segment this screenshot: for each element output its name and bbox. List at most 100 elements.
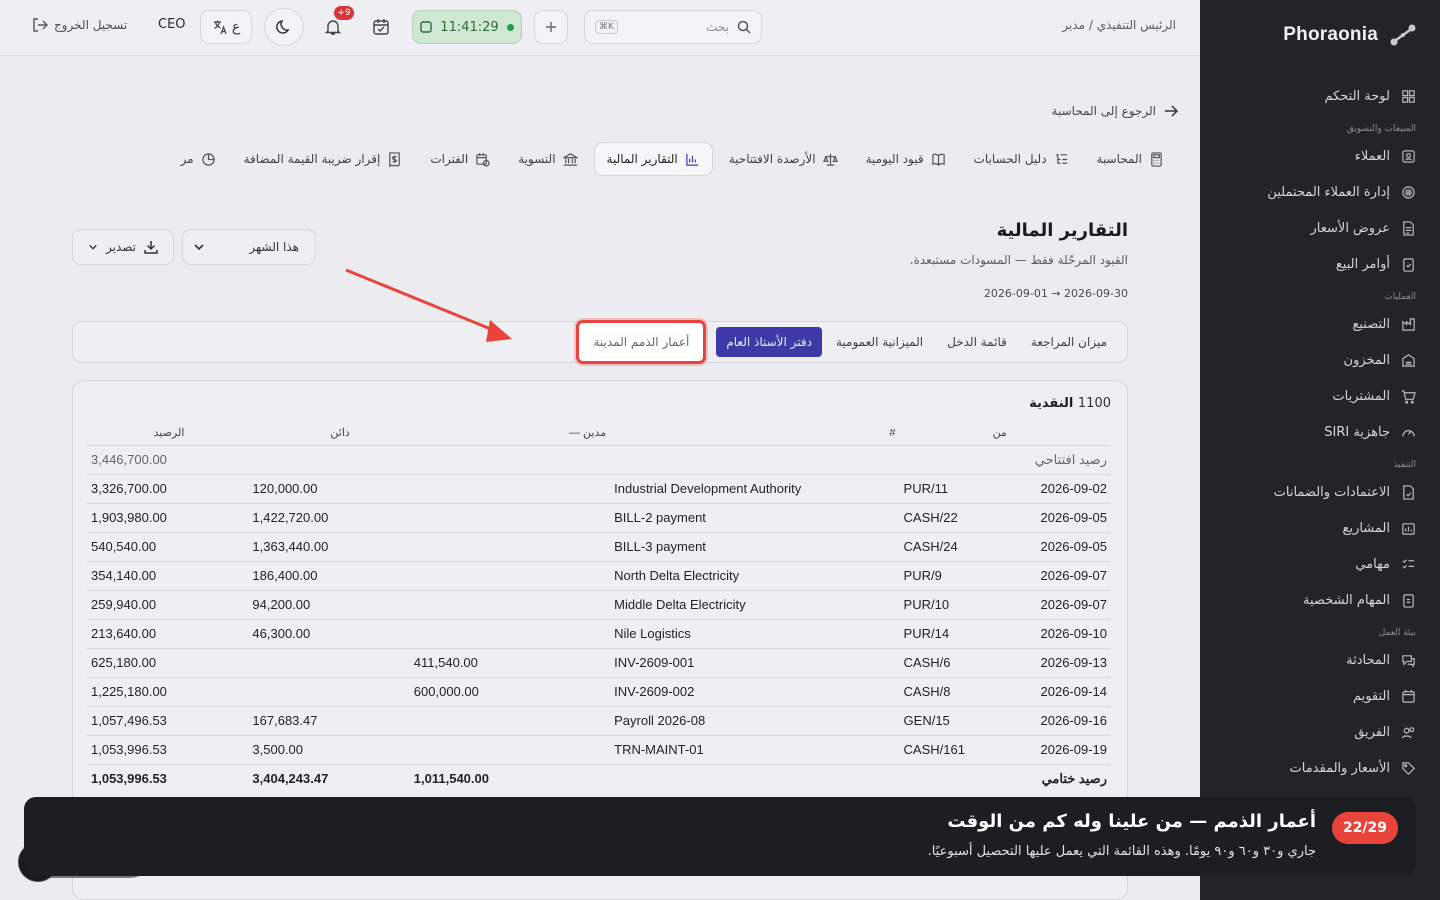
tab-calculator[interactable]: المحاسبة (1085, 142, 1176, 176)
sidebar-item[interactable]: أوامر البيع (1200, 246, 1440, 282)
cell-balance: 1,057,496.53 (87, 706, 249, 736)
sidebar-item[interactable]: إدارة العملاء المحتملين (1200, 174, 1440, 210)
search-input[interactable]: بحث K⌘ (584, 10, 762, 44)
report-tab[interactable]: قائمة الدخل (937, 327, 1017, 357)
sidebar-item[interactable]: المخزون (1200, 342, 1440, 378)
export-label: تصدير (106, 240, 137, 254)
cell-debit (409, 735, 611, 765)
sidebar-item[interactable]: الفريق (1200, 714, 1440, 750)
sidebar-item-label: الأسعار والمقدمات (1289, 760, 1391, 776)
cell-label: رصيد ختامي (1041, 770, 1107, 786)
report-tab[interactable]: ميزان المراجعة (1021, 327, 1117, 357)
gauge-icon (1400, 424, 1416, 440)
col-debit[interactable]: مدين — (409, 421, 611, 446)
export-button[interactable]: تصدير (72, 229, 174, 265)
tour-banner: 22/29 أعمار الذمم — من علينا وله كم من ا… (24, 797, 1416, 876)
back-link[interactable]: الرجوع إلى المحاسبة (1052, 104, 1178, 118)
cell-credit: 46,300.00 (248, 619, 410, 649)
user-role[interactable]: CEO (158, 17, 186, 32)
sidebar-item[interactable]: المشاريع (1200, 510, 1440, 546)
sidebar-item[interactable]: الاعتمادات والضمانات (1200, 474, 1440, 510)
cell-debit: 411,540.00 (409, 648, 611, 678)
sidebar-item[interactable]: العملاء (1200, 138, 1440, 174)
tour-arrow-icon (345, 268, 512, 342)
period-select[interactable]: هذا الشهر (182, 229, 316, 265)
tab-label: الأرصدة الافتتاحية (728, 152, 816, 166)
report-tab[interactable]: دفتر الأستاذ العام (716, 327, 822, 357)
brand-logo-icon (1388, 22, 1418, 48)
download-icon (144, 240, 158, 254)
sidebar-item[interactable]: مهامي (1200, 546, 1440, 582)
tab-book[interactable]: قيود اليومية (854, 142, 958, 176)
sidebar-item[interactable]: الأسعار والمقدمات (1200, 750, 1440, 786)
col-balance[interactable]: الرصيد (87, 421, 249, 446)
work-timer[interactable]: 11:41:29 (412, 10, 522, 44)
cell-debit (409, 503, 611, 533)
cell-balance: 1,053,996.53 (87, 735, 249, 765)
plus-icon (544, 20, 558, 34)
tour-step-badge: 22/29 (1332, 812, 1398, 844)
table-row: 2026-09-14 CASH/8 INV-2609-002 600,000.00 1,… (87, 677, 1111, 707)
col-credit[interactable]: دائن (248, 421, 410, 446)
cell-desc: BILL-2 payment (610, 503, 900, 533)
cell-balance: 540,540.00 (87, 532, 249, 562)
tab-pie-chart[interactable]: مر (169, 142, 228, 176)
sidebar: Phoraonia لوحة التحكم المبيعات والتسويق ال… (1200, 0, 1440, 900)
table-row: 2026-09-02 PUR/11 Industrial Development A… (87, 474, 1111, 504)
tab-label: مر (180, 152, 194, 166)
cell-balance: 354,140.00 (87, 561, 249, 591)
sidebar-item[interactable]: التصنيع (1200, 306, 1440, 342)
col-debit-label: مدين (583, 427, 607, 440)
tab-list-tree[interactable]: دليل الحسابات (962, 142, 1081, 176)
notifications-button[interactable]: +9 (316, 6, 354, 44)
logout-label: تسجيل الخروج (54, 18, 128, 32)
calendar-check-icon (372, 18, 390, 36)
report-tab[interactable]: أعمار الذمم المدينة (576, 320, 707, 364)
sidebar-item[interactable]: المشتريات (1200, 378, 1440, 414)
sidebar-nav: لوحة التحكم المبيعات والتسويق العملاء إدارة… (1200, 78, 1440, 786)
cell-desc: INV-2609-002 (610, 677, 900, 707)
cell-desc: BILL-3 payment (610, 532, 900, 562)
cell-credit: 3,404,243.47 (252, 771, 329, 787)
sidebar-item[interactable]: المهام الشخصية (1200, 582, 1440, 618)
cell-date: 2026-09-16 (1010, 706, 1111, 736)
report-tab[interactable]: الميزانية العمومية (826, 327, 933, 357)
warehouse-icon (1400, 352, 1416, 368)
notifications-badge: +9 (334, 6, 354, 20)
account-code: 1100 (1077, 396, 1111, 411)
cell-debit (409, 474, 611, 504)
col-number[interactable]: # (610, 421, 900, 446)
cell-credit: 94,200.00 (248, 590, 410, 620)
tab-receipt[interactable]: إقرار ضريبة القيمة المضافة (232, 142, 415, 176)
tab-scale[interactable]: الأرصدة الافتتاحية (717, 142, 850, 176)
tab-bar-chart[interactable]: التقارير المالية (593, 142, 713, 176)
sidebar-item[interactable]: عروض الأسعار (1200, 210, 1440, 246)
theme-toggle[interactable] (264, 8, 304, 46)
sidebar-item-label: العملاء (1354, 148, 1390, 164)
chart-box-icon (1400, 520, 1416, 536)
table-row: 2026-09-07 PUR/9 North Delta Electricity 18… (87, 561, 1111, 591)
cell-date: 2026-09-05 (1010, 532, 1111, 562)
tab-calendar-clock[interactable]: الفترات (418, 142, 502, 176)
cell-credit: 120,000.00 (248, 474, 410, 504)
table-row: 2026-09-13 CASH/6 INV-2609-001 411,540.00 62… (87, 648, 1111, 678)
sidebar-item[interactable]: التقويم (1200, 678, 1440, 714)
sidebar-item[interactable]: جاهزية SIRI (1200, 414, 1440, 450)
bank-icon (562, 152, 578, 167)
calendar-button[interactable] (364, 10, 398, 44)
sidebar-item[interactable]: المحادثة (1200, 642, 1440, 678)
timer-value: 11:41:29 (440, 19, 499, 35)
cell-date: 2026-09-02 (1010, 474, 1111, 504)
book-icon (931, 152, 946, 167)
sidebar-item[interactable]: لوحة التحكم (1200, 78, 1440, 114)
add-button[interactable] (534, 10, 568, 44)
logout-button[interactable]: تسجيل الخروج (32, 17, 127, 33)
ledger-table: من # مدين — دائن الرصيد رصيد افتتاحي 3,44… (87, 421, 1111, 793)
logout-icon (32, 17, 48, 33)
brand[interactable]: Phoraonia (1283, 22, 1418, 48)
tab-bank[interactable]: التسوية (506, 142, 589, 176)
cell-desc: TRN-MAINT-01 (610, 735, 900, 765)
account-name: النقدية (1029, 396, 1074, 411)
language-button[interactable]: ع (200, 10, 252, 44)
cell-balance: 1,053,996.53 (91, 771, 167, 787)
